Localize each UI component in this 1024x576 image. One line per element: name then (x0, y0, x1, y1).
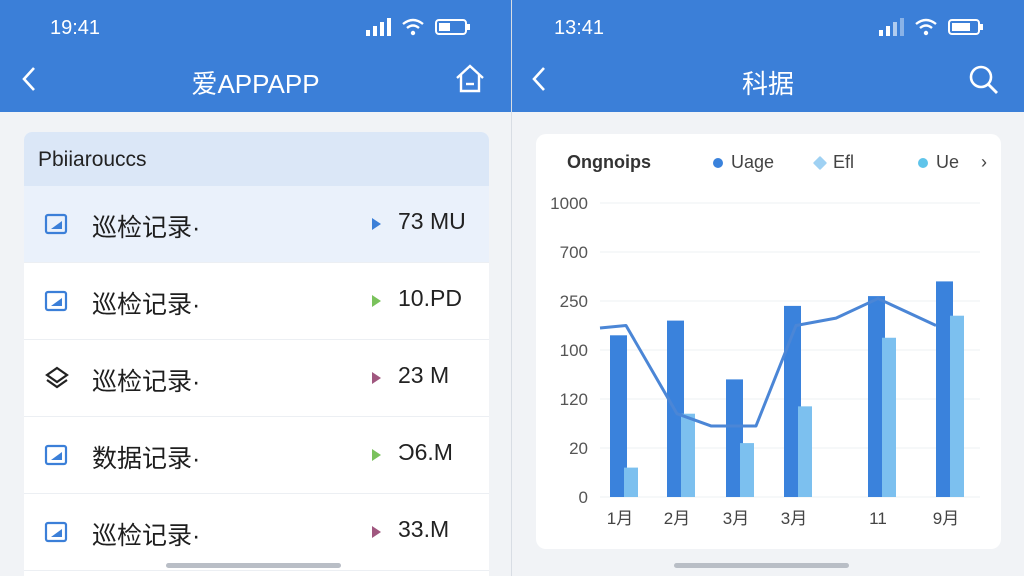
right-screen: 13:41 科据 Ongnoips Uage Efl Ue › 0 20 120… (512, 0, 1024, 576)
signal-icon (366, 18, 391, 36)
image-icon (44, 521, 68, 543)
right-status-icons (878, 18, 984, 36)
triangle-marker-icon (372, 372, 381, 384)
y-tick-label: 1000 (550, 194, 588, 213)
y-tick-label: 0 (579, 488, 588, 507)
list-item-value: 10.PD (398, 285, 462, 311)
file-list-panel: Pbiiaroucсs 巡检记录· 73 MU 巡检记录· 10.PD 巡检记录… (24, 132, 489, 576)
y-tick-label: 100 (560, 341, 588, 360)
search-icon[interactable] (966, 62, 1000, 96)
y-tick-label: 120 (560, 390, 588, 409)
list-item[interactable]: 巡检记录· 73 MU (24, 186, 489, 263)
left-home-indicator[interactable] (166, 563, 341, 568)
y-tick-label: 700 (560, 243, 588, 262)
right-status-time: 13:41 (554, 17, 605, 39)
left-screen: 19:41 爱APPAPP Pbiiaroucсs 巡检记录· 73 MU 巡检… (0, 0, 511, 576)
list-item-label: 巡检记录· (92, 291, 201, 319)
x-tick-label: 9月 (933, 509, 959, 528)
triangle-marker-icon (372, 295, 381, 307)
signal-icon (879, 18, 904, 36)
image-icon (44, 290, 68, 312)
chart-card: Ongnoips Uage Efl Ue › 0 20 120 100 250 700 10… (536, 134, 1001, 549)
bar-efl (681, 413, 695, 497)
list-item-value: 23 M (398, 362, 450, 388)
left-status-icons (365, 18, 471, 36)
list-item-label: 数据记录· (92, 445, 201, 473)
x-tick-label: 1月 (607, 509, 633, 528)
right-home-indicator[interactable] (674, 563, 849, 568)
left-nav-title: 爱APPAPP (191, 69, 320, 99)
bar-efl (950, 315, 964, 497)
list-item[interactable]: 巡检记录· 23 M (24, 340, 489, 417)
x-tick-label: 11 (869, 509, 887, 528)
layers-icon (45, 366, 69, 389)
triangle-marker-icon (372, 449, 381, 461)
right-nav-title: 科据 (741, 69, 794, 99)
list-item-value: 33.M (398, 516, 450, 542)
list-item[interactable]: 巡检记录· 10.PD (24, 263, 489, 340)
panel-header: Pbiiaroucсs (24, 132, 489, 186)
home-icon[interactable] (453, 62, 487, 96)
bar-efl (882, 337, 896, 497)
triangle-marker-icon (372, 218, 381, 230)
x-tick-label: 3月 (781, 509, 807, 528)
x-tick-label: 2月 (664, 509, 690, 528)
image-icon (44, 444, 68, 466)
triangle-marker-icon (372, 526, 381, 538)
right-top-bar: 13:41 科据 (512, 0, 1024, 112)
list-item-value: Ͻ6.M (398, 439, 453, 465)
list-item[interactable]: 数据记录· Ͻ6.M (24, 417, 489, 494)
list-item[interactable]: 巡检记录· 33.M (24, 494, 489, 571)
bar-efl (624, 467, 638, 497)
battery-icon (435, 19, 470, 35)
image-icon (44, 213, 68, 235)
y-tick-label: 250 (560, 292, 588, 311)
x-tick-label: 3月 (723, 509, 749, 528)
bar-efl (740, 443, 754, 497)
list-item-label: 巡检记录· (92, 214, 201, 242)
wifi-icon (402, 18, 424, 36)
wifi-icon (915, 18, 937, 36)
left-status-time: 19:41 (50, 17, 101, 39)
list-item-label: 巡检记录· (92, 368, 201, 396)
list-item-value: 73 MU (398, 208, 466, 234)
bar-line-chart: 0 20 120 100 250 700 1000 1月 2月 3月 3月 11 9月 (550, 194, 980, 528)
battery-icon (948, 19, 983, 35)
bar-efl (798, 406, 812, 497)
y-tick-label: 20 (569, 439, 588, 458)
list-item-label: 巡检记录· (92, 522, 201, 550)
left-top-bar: 19:41 爱APPAPP (0, 0, 511, 112)
